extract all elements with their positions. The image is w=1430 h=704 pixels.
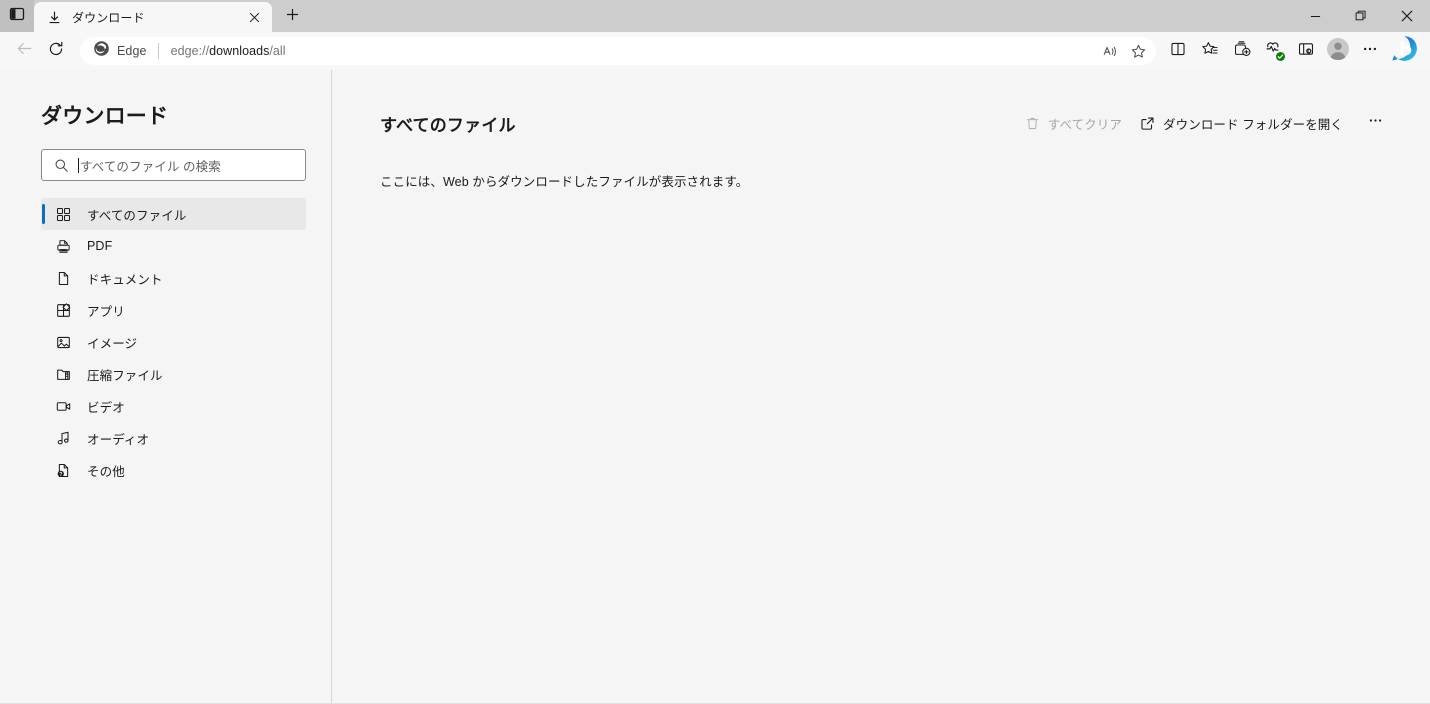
edge-badge-label: Edge [117,44,147,58]
sidebar-item-documents[interactable]: ドキュメント [41,262,306,294]
browser-tab[interactable]: ダウンロード [34,2,272,32]
sidebar-item-pdf[interactable]: PDF [41,230,306,262]
sidebar-item-label: その他 [87,464,125,479]
favorite-star-icon[interactable] [1124,39,1152,63]
open-external-icon [1140,116,1155,131]
sidebar-item-images[interactable]: イメージ [41,326,306,358]
sidebar-nav-list: すべてのファイル PDF ドキュメント アプリ イメージ 圧縮ファイル ビデオ … [0,198,331,486]
url-host: downloads [209,44,270,58]
maximize-restore-button[interactable] [1338,0,1384,32]
downloads-sidebar: ダウンロード すべてのファイル の検索 すべてのファイル PDF ドキュメント … [0,70,332,703]
address-bar-actions [1096,39,1152,63]
profile-avatar [1326,37,1350,66]
copilot-button[interactable] [1386,35,1422,67]
settings-and-more-button[interactable] [1354,35,1386,67]
back-button[interactable] [8,35,40,67]
audio-icon [55,430,71,446]
sidebar-item-label: イメージ [87,336,138,351]
main-title: すべてのファイル [380,115,516,135]
new-tab-button[interactable] [276,2,308,32]
page-content: ダウンロード すべてのファイル の検索 すべてのファイル PDF ドキュメント … [0,70,1430,704]
ellipsis-icon [1367,112,1384,134]
downloads-main: すべてのファイル すべてクリア ダウンロード フォルダーを開く ここには、Web… [332,70,1430,703]
split-screen-button[interactable] [1162,35,1194,67]
collections-icon [1233,40,1251,63]
sidebar-item-other[interactable]: その他 [41,454,306,486]
read-aloud-button[interactable] [1096,39,1124,63]
address-divider [157,43,159,59]
title-bar: ダウンロード [0,0,1430,32]
sidebar-item-label: アプリ [87,304,125,319]
essentials-status-badge [1276,52,1285,61]
edge-identity-badge: Edge [93,40,147,62]
archive-icon [55,366,71,382]
reload-button[interactable] [40,35,72,67]
apps-icon [55,302,71,318]
sidebar-item-label: 圧縮ファイル [87,368,163,383]
sidebar-item-audio[interactable]: オーディオ [41,422,306,454]
video-icon [55,398,71,414]
tab-actions-icon [9,6,25,27]
browser-essentials-button[interactable] [1258,35,1290,67]
minimize-button[interactable] [1292,0,1338,32]
sidebar-item-videos[interactable]: ビデオ [41,390,306,422]
favorites-icon [1201,40,1219,63]
other-icon [55,462,71,478]
clear-all-button[interactable]: すべてクリア [1018,108,1129,138]
url-scheme: edge:// [170,44,210,58]
drop-target-icon [1297,40,1315,63]
empty-state-message: ここには、Web からダウンロードしたファイルが表示されます。 [380,175,749,189]
url-text: edge://downloads/all [171,44,1096,58]
sidebar-item-label: ドキュメント [87,272,163,287]
search-icon [53,158,69,173]
ellipsis-icon [1361,40,1379,63]
sidebar-item-label: オーディオ [87,432,150,447]
close-window-button[interactable] [1384,0,1430,32]
reload-icon [47,40,65,63]
plus-icon [285,7,300,27]
main-header: すべてのファイル すべてクリア ダウンロード フォルダーを開く [380,108,1390,138]
search-input[interactable]: すべてのファイル の検索 [41,149,306,181]
tab-close-icon[interactable] [242,5,266,29]
sidebar-item-label: ビデオ [87,400,125,415]
all-files-icon [55,206,71,222]
trash-icon [1025,116,1040,131]
open-downloads-folder-button[interactable]: ダウンロード フォルダーを開く [1133,108,1350,138]
download-icon [46,9,63,26]
document-icon [55,270,71,286]
pdf-icon [55,238,71,254]
browser-toolbar: Edge edge://downloads/all [0,32,1430,70]
copilot-logo [1390,34,1419,68]
edge-browser-window: ダウンロード Edge edge://downloads/all ダウンロード … [0,0,1430,704]
sidebar-item-archives[interactable]: 圧縮ファイル [41,358,306,390]
profile-button[interactable] [1322,35,1354,67]
url-path: /all [269,44,286,58]
more-options-button[interactable] [1360,108,1390,138]
split-screen-icon [1169,40,1187,63]
sidebar-item-all-files[interactable]: すべてのファイル [41,198,306,230]
page-title: ダウンロード [41,105,169,128]
collections-button[interactable] [1226,35,1258,67]
open-folder-label: ダウンロード フォルダーを開く [1163,117,1343,132]
sidebar-item-label: すべてのファイル [87,208,187,223]
tab-actions-button[interactable] [0,0,34,32]
tab-title: ダウンロード [72,10,145,25]
window-controls [1292,0,1430,32]
address-bar[interactable]: Edge edge://downloads/all [80,37,1156,65]
drop-target-button[interactable] [1290,35,1322,67]
favorites-button[interactable] [1194,35,1226,67]
edge-logo-icon [93,40,110,62]
sidebar-item-apps[interactable]: アプリ [41,294,306,326]
back-arrow-icon [15,39,34,63]
text-caret [78,157,79,173]
search-placeholder: すべてのファイル の検索 [80,159,221,174]
sidebar-item-label: PDF [87,239,113,253]
clear-all-label: すべてクリア [1047,117,1123,132]
image-icon [55,334,71,350]
toolbar-right-actions [1162,35,1422,67]
